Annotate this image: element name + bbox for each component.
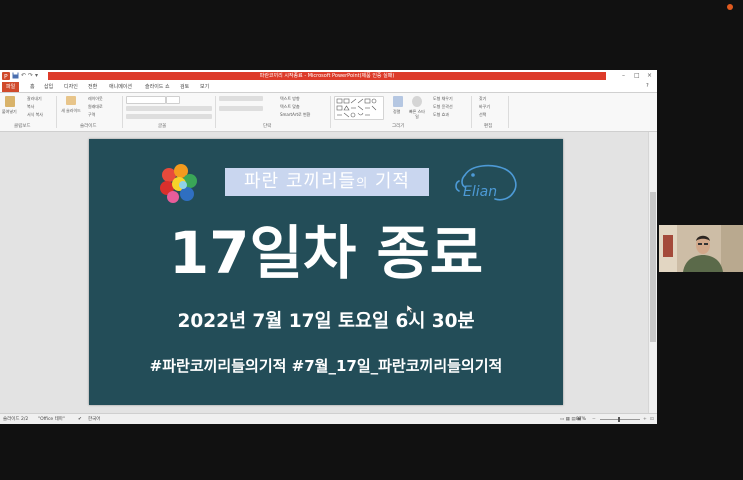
- copy-button[interactable]: 복사: [27, 104, 34, 109]
- quick-styles-icon[interactable]: [412, 96, 422, 107]
- new-slide-icon[interactable]: [66, 96, 76, 105]
- save-icon[interactable]: [12, 72, 19, 82]
- theme-name: "Office 테마": [38, 417, 65, 422]
- find-button[interactable]: 찾기: [479, 96, 486, 101]
- group-divider: [215, 96, 216, 128]
- reset-button[interactable]: 원래대로: [88, 104, 103, 109]
- group-slides: 슬라이드: [80, 124, 97, 129]
- tab-review[interactable]: 검토: [180, 83, 189, 91]
- font-name-input[interactable]: [126, 96, 166, 104]
- tab-view[interactable]: 보기: [200, 83, 209, 91]
- select-button[interactable]: 선택: [479, 112, 486, 117]
- list-buttons[interactable]: [219, 96, 263, 101]
- shape-fill-button[interactable]: 도형 채우기: [433, 96, 453, 101]
- customize-quick-access-icon[interactable]: ▾: [35, 72, 38, 80]
- webcam-video-tile[interactable]: [659, 225, 743, 272]
- slide-title-particle: 의: [356, 176, 369, 190]
- redo-icon[interactable]: ↷: [28, 72, 33, 80]
- slide-hashtags: #파란코끼리들의기적 #7월_17일_파란코끼리들의기적: [149, 357, 503, 375]
- slide-heading: 17일차 종료: [168, 219, 484, 287]
- format-painter-button[interactable]: 서식 복사: [27, 112, 43, 117]
- text-direction-button[interactable]: 텍스트 방향: [280, 96, 300, 101]
- paste-icon[interactable]: [5, 96, 15, 107]
- elephant-logo-icon: Elian: [451, 161, 523, 207]
- font-size-input[interactable]: [166, 96, 180, 104]
- group-paragraph: 단락: [263, 124, 272, 129]
- convert-smartart-button[interactable]: SmartArt로 변환: [280, 112, 310, 117]
- arrange-icon[interactable]: [393, 96, 403, 107]
- zoom-level[interactable]: 87%: [576, 416, 586, 423]
- group-font: 글꼴: [158, 124, 167, 129]
- undo-icon[interactable]: ↶: [21, 72, 26, 80]
- slide[interactable]: 파란 코끼리들의 기적 Elian 17일차 종료 2022년 7월 17일 토…: [89, 139, 563, 405]
- ribbon-tabs: 파일 홈 삽입 디자인 전환 애니메이션 슬라이드 쇼 검토 보기 ?: [0, 82, 657, 93]
- font-format-buttons[interactable]: [126, 106, 212, 111]
- tab-design[interactable]: 디자인: [64, 83, 78, 91]
- zoom-out-icon[interactable]: −: [592, 416, 596, 423]
- group-editing: 편집: [484, 124, 493, 129]
- maximize-icon[interactable]: □: [634, 71, 640, 80]
- group-divider: [471, 96, 472, 128]
- scrollbar-thumb[interactable]: [650, 192, 656, 342]
- slide-title-banner: 파란 코끼리들의 기적: [225, 168, 429, 196]
- spellcheck-icon[interactable]: ✔: [78, 416, 82, 423]
- vertical-scrollbar[interactable]: [648, 132, 657, 413]
- section-button[interactable]: 구역: [88, 112, 95, 117]
- logo-text: Elian: [463, 184, 497, 200]
- mouse-cursor-icon: [406, 298, 414, 314]
- zoom-in-icon[interactable]: +: [643, 416, 647, 423]
- quick-styles-button[interactable]: 빠른 스타일: [408, 109, 426, 119]
- recording-indicator-icon: [727, 4, 733, 10]
- svg-text:P: P: [4, 74, 8, 81]
- status-bar: 슬라이드 2/2 "Office 테마" ✔ 한국어 ▭ ▦ ▤ ▣ 87% −…: [0, 413, 657, 424]
- slide-title-main: 파란 코끼리들: [244, 171, 357, 192]
- alignment-buttons[interactable]: [219, 106, 263, 111]
- group-divider: [122, 96, 123, 128]
- group-divider: [508, 96, 509, 128]
- shape-outline-button[interactable]: 도형 윤곽선: [433, 104, 453, 109]
- group-drawing: 그리기: [392, 124, 405, 129]
- slide-date: 2022년 7월 17일 토요일 6시 30분: [177, 311, 475, 332]
- tab-transitions[interactable]: 전환: [88, 83, 97, 91]
- new-slide-button[interactable]: 새 슬라이드: [59, 108, 83, 113]
- slide-title-end: 기적: [368, 171, 410, 192]
- colorful-balls-logo-icon: [157, 161, 201, 205]
- window-title: 파란코끼리 시작종료 - Microsoft PowerPoint(제품 인증 …: [259, 73, 395, 79]
- arrange-button[interactable]: 정렬: [393, 109, 400, 114]
- layout-button[interactable]: 레이아웃: [88, 96, 103, 101]
- group-clipboard: 클립보드: [14, 124, 31, 129]
- font-color-buttons[interactable]: [126, 114, 212, 119]
- tab-insert[interactable]: 삽입: [44, 83, 53, 91]
- fit-to-window-icon[interactable]: ⊡: [650, 416, 654, 423]
- close-icon[interactable]: ×: [647, 71, 652, 80]
- tab-slideshow[interactable]: 슬라이드 쇼: [145, 83, 170, 91]
- group-divider: [56, 96, 57, 128]
- group-divider: [330, 96, 331, 128]
- paste-button[interactable]: 붙여넣기: [2, 109, 17, 114]
- shape-effects-button[interactable]: 도형 효과: [433, 112, 449, 117]
- cut-button[interactable]: 잘라내기: [27, 96, 42, 101]
- help-icon[interactable]: ?: [646, 82, 649, 90]
- tab-animations[interactable]: 애니메이션: [109, 83, 132, 91]
- tab-home[interactable]: 홈: [30, 83, 35, 91]
- language[interactable]: 한국어: [88, 416, 100, 423]
- minimize-icon[interactable]: –: [622, 71, 625, 80]
- replace-button[interactable]: 바꾸기: [479, 104, 490, 109]
- slide-counter: 슬라이드 2/2: [3, 417, 29, 422]
- zoom-slider-thumb[interactable]: [618, 417, 620, 422]
- tab-file[interactable]: 파일: [2, 82, 20, 92]
- shapes-gallery[interactable]: [334, 96, 384, 120]
- align-text-button[interactable]: 텍스트 맞춤: [280, 104, 300, 109]
- title-bar: P ↶ ↷ ▾ 파란코끼리 시작종료 - Microsoft PowerPoin…: [0, 70, 657, 82]
- zoom-slider[interactable]: [600, 419, 640, 420]
- ribbon: 붙여넣기 잘라내기 복사 서식 복사 클립보드 새 슬라이드 레이아웃 원래대로…: [0, 93, 657, 132]
